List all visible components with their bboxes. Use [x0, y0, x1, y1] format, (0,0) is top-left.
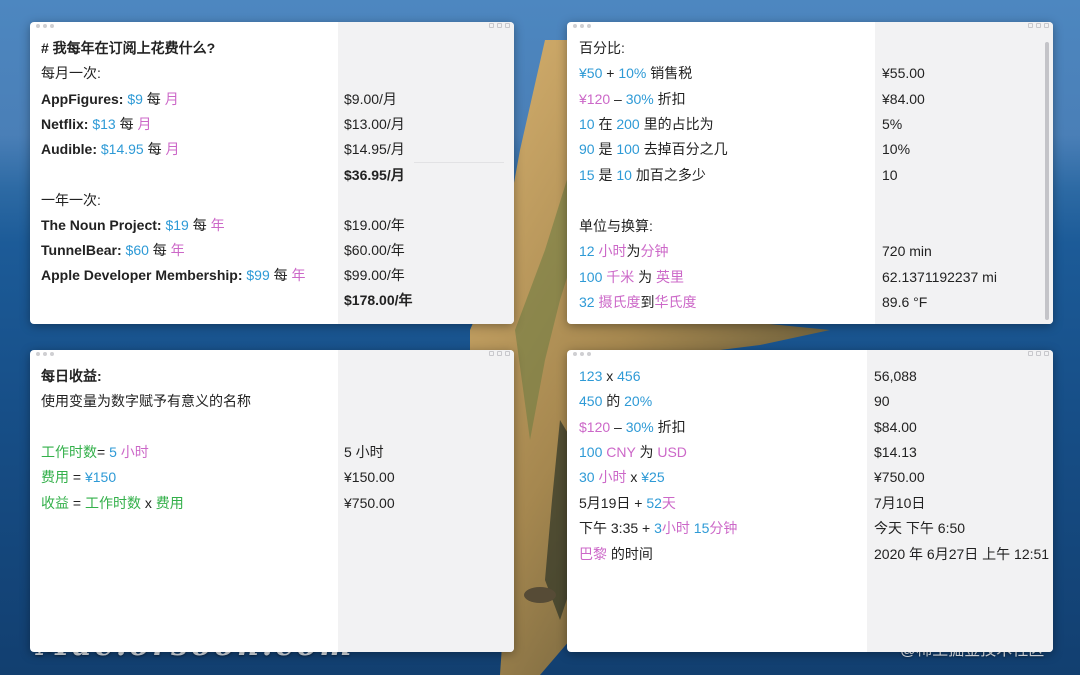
- result-time-zone[interactable]: 2020 年 6月27日 上午 12:51: [874, 544, 1049, 564]
- variables-window[interactable]: 每日收益: 使用变量为数字赋予有意义的名称 工作时数= 5 小时 5 小时 费用…: [30, 350, 514, 652]
- window-toolbar-icons[interactable]: [489, 23, 510, 28]
- expression-time-zone[interactable]: 巴黎 的时间: [579, 544, 653, 564]
- expression-percent-of[interactable]: 450 的 20%: [579, 391, 652, 411]
- expression-ratio[interactable]: 10 在 200 里的占比为: [579, 114, 714, 134]
- minimize-dot-icon[interactable]: [580, 24, 584, 28]
- layout-icon[interactable]: [1036, 351, 1041, 356]
- result-earnings[interactable]: ¥750.00: [344, 493, 395, 513]
- result-tunnelbear[interactable]: $60.00/年: [344, 240, 405, 260]
- minimize-dot-icon[interactable]: [43, 24, 47, 28]
- expression-appfigures[interactable]: AppFigures: $9 每 月: [41, 89, 179, 109]
- monthly-total[interactable]: $36.95/月: [344, 165, 405, 185]
- total-divider: [414, 162, 504, 163]
- expression-time-add[interactable]: 下午 3:35 + 3小时 15分钟: [579, 518, 737, 538]
- result-dollar-discount[interactable]: $84.00: [874, 417, 917, 437]
- expression-noun-project[interactable]: The Noun Project: $19 每 年: [41, 215, 225, 235]
- window-controls[interactable]: [573, 352, 591, 356]
- expression-discount[interactable]: ¥120 – 30% 折扣: [579, 89, 686, 109]
- layout-icon[interactable]: [497, 23, 502, 28]
- window-controls[interactable]: [573, 24, 591, 28]
- window-toolbar-icons[interactable]: [1028, 23, 1049, 28]
- zoom-dot-icon[interactable]: [50, 24, 54, 28]
- result-multiply[interactable]: 56,088: [874, 366, 917, 386]
- expression-multiply[interactable]: 123 x 456: [579, 366, 641, 386]
- zoom-dot-icon[interactable]: [50, 352, 54, 356]
- settings-dot-icon[interactable]: [1044, 23, 1049, 28]
- result-noun-project[interactable]: $19.00/年: [344, 215, 405, 235]
- window-controls[interactable]: [36, 24, 54, 28]
- result-currency-conversion[interactable]: $14.13: [874, 442, 917, 462]
- expression-date-add[interactable]: 5月19日 + 52天: [579, 493, 676, 513]
- expression-sales-tax[interactable]: ¥50 + 10% 销售税: [579, 63, 692, 83]
- expression-audible[interactable]: Audible: $14.95 每 月: [41, 139, 180, 159]
- result-celsius-to-fahrenheit[interactable]: 89.6 °F: [882, 292, 927, 312]
- result-work-hours[interactable]: 5 小时: [344, 442, 384, 462]
- percentage-section-title: 百分比:: [579, 40, 625, 56]
- result-percent-off[interactable]: 10%: [882, 139, 910, 159]
- zoom-dot-icon[interactable]: [587, 24, 591, 28]
- expression-hourly-rate[interactable]: 30 小时 x ¥25: [579, 467, 665, 487]
- expression-percent-off[interactable]: 90 是 100 去掉百分之几: [579, 139, 728, 159]
- expression-tunnelbear[interactable]: TunnelBear: $60 每 年: [41, 240, 185, 260]
- units-section-title: 单位与换算:: [579, 218, 653, 234]
- settings-dot-icon[interactable]: [505, 23, 510, 28]
- expression-km-to-miles[interactable]: 100 千米 为 英里: [579, 267, 684, 287]
- close-dot-icon[interactable]: [36, 24, 40, 28]
- result-apple-developer[interactable]: $99.00/年: [344, 265, 405, 285]
- result-hours-to-minutes[interactable]: 720 min: [882, 241, 932, 261]
- monthly-section-title: 每月一次:: [41, 65, 101, 81]
- calculations-window[interactable]: 123 x 456 56,088 450 的 20% 90 $120 – 30%…: [567, 350, 1053, 652]
- expression-work-hours[interactable]: 工作时数= 5 小时: [41, 442, 149, 462]
- sheet-heading: # 我每年在订阅上花费什么?: [41, 40, 216, 56]
- percentage-window[interactable]: 百分比: ¥50 + 10% 销售税 ¥55.00 ¥120 – 30% 折扣 …: [567, 22, 1053, 324]
- expression-percent-on[interactable]: 15 是 10 加百之多少: [579, 165, 706, 185]
- close-dot-icon[interactable]: [36, 352, 40, 356]
- expression-dollar-discount[interactable]: $120 – 30% 折扣: [579, 417, 686, 437]
- result-hourly-rate[interactable]: ¥750.00: [874, 467, 925, 487]
- sidebar-toggle-icon[interactable]: [489, 351, 494, 356]
- result-time-add[interactable]: 今天 下午 6:50: [874, 518, 965, 538]
- minimize-dot-icon[interactable]: [43, 352, 47, 356]
- result-percent-on[interactable]: 10: [882, 165, 898, 185]
- sidebar-toggle-icon[interactable]: [1028, 23, 1033, 28]
- result-appfigures[interactable]: $9.00/月: [344, 89, 397, 109]
- sidebar-toggle-icon[interactable]: [489, 23, 494, 28]
- close-dot-icon[interactable]: [573, 352, 577, 356]
- window-toolbar-icons[interactable]: [1028, 351, 1049, 356]
- subscriptions-window[interactable]: # 我每年在订阅上花费什么? 每月一次: AppFigures: $9 每 月 …: [30, 22, 514, 324]
- result-km-to-miles[interactable]: 62.1371192237 mi: [882, 267, 997, 287]
- result-percent-of[interactable]: 90: [874, 391, 890, 411]
- expression-hours-to-minutes[interactable]: 12 小时为分钟: [579, 241, 668, 261]
- result-netflix[interactable]: $13.00/月: [344, 114, 405, 134]
- variables-description: 使用变量为数字赋予有意义的名称: [41, 393, 251, 409]
- close-dot-icon[interactable]: [573, 24, 577, 28]
- settings-dot-icon[interactable]: [505, 351, 510, 356]
- result-sales-tax[interactable]: ¥55.00: [882, 63, 925, 83]
- daily-earnings-title: 每日收益:: [41, 368, 102, 384]
- result-audible[interactable]: $14.95/月: [344, 139, 405, 159]
- minimize-dot-icon[interactable]: [580, 352, 584, 356]
- scrollbar[interactable]: [1045, 42, 1049, 320]
- expression-celsius-to-fahrenheit[interactable]: 32 摄氏度到华氏度: [579, 292, 696, 312]
- layout-icon[interactable]: [1036, 23, 1041, 28]
- yearly-total[interactable]: $178.00/年: [344, 290, 413, 310]
- expression-netflix[interactable]: Netflix: $13 每 月: [41, 114, 151, 134]
- expression-earnings[interactable]: 收益 = 工作时数 x 费用: [41, 493, 184, 513]
- expression-cost[interactable]: 费用 = ¥150: [41, 467, 116, 487]
- zoom-dot-icon[interactable]: [587, 352, 591, 356]
- expression-currency-conversion[interactable]: 100 CNY 为 USD: [579, 442, 687, 462]
- window-toolbar-icons[interactable]: [489, 351, 510, 356]
- result-discount[interactable]: ¥84.00: [882, 89, 925, 109]
- layout-icon[interactable]: [497, 351, 502, 356]
- result-ratio[interactable]: 5%: [882, 114, 902, 134]
- settings-dot-icon[interactable]: [1044, 351, 1049, 356]
- result-date-add[interactable]: 7月10日: [874, 493, 925, 513]
- result-cost[interactable]: ¥150.00: [344, 467, 395, 487]
- expression-apple-developer[interactable]: Apple Developer Membership: $99 每 年: [41, 265, 306, 285]
- sidebar-toggle-icon[interactable]: [1028, 351, 1033, 356]
- window-controls[interactable]: [36, 352, 54, 356]
- yearly-section-title: 一年一次:: [41, 192, 101, 208]
